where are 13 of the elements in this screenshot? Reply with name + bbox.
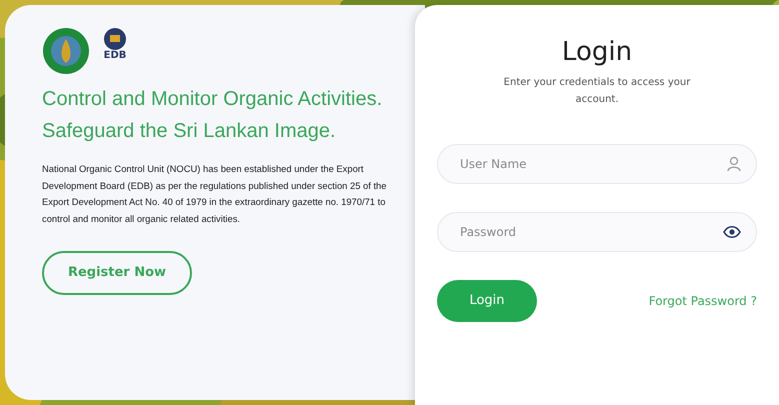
login-button[interactable]: Login (437, 280, 537, 322)
description: National Organic Control Unit (NOCU) has been established under the Export Development Board (EDB) as per the regulations published under section 25 of the Export Development Act No. 40 of 1979 in the extraordinary gazette no. 1970/71 to control and monitor all organic related activities. (42, 162, 388, 226)
register-button[interactable]: Register Now (42, 251, 192, 295)
login-title: Login (560, 37, 634, 68)
password-field[interactable]: Password (437, 212, 757, 252)
user-icon (727, 156, 741, 172)
heading: Control and Monitor Organic Activities. Safeguard the Sri Lankan Image. (42, 87, 384, 144)
forgot-password-link[interactable]: Forgot Password ? (648, 292, 757, 310)
edb-logo: EDB (102, 27, 128, 61)
login-subtitle: Enter your credentials to access your account. (502, 76, 692, 108)
eye-icon[interactable] (723, 225, 741, 240)
emblem-logo (42, 27, 90, 75)
username-field[interactable]: User Name (437, 144, 757, 184)
